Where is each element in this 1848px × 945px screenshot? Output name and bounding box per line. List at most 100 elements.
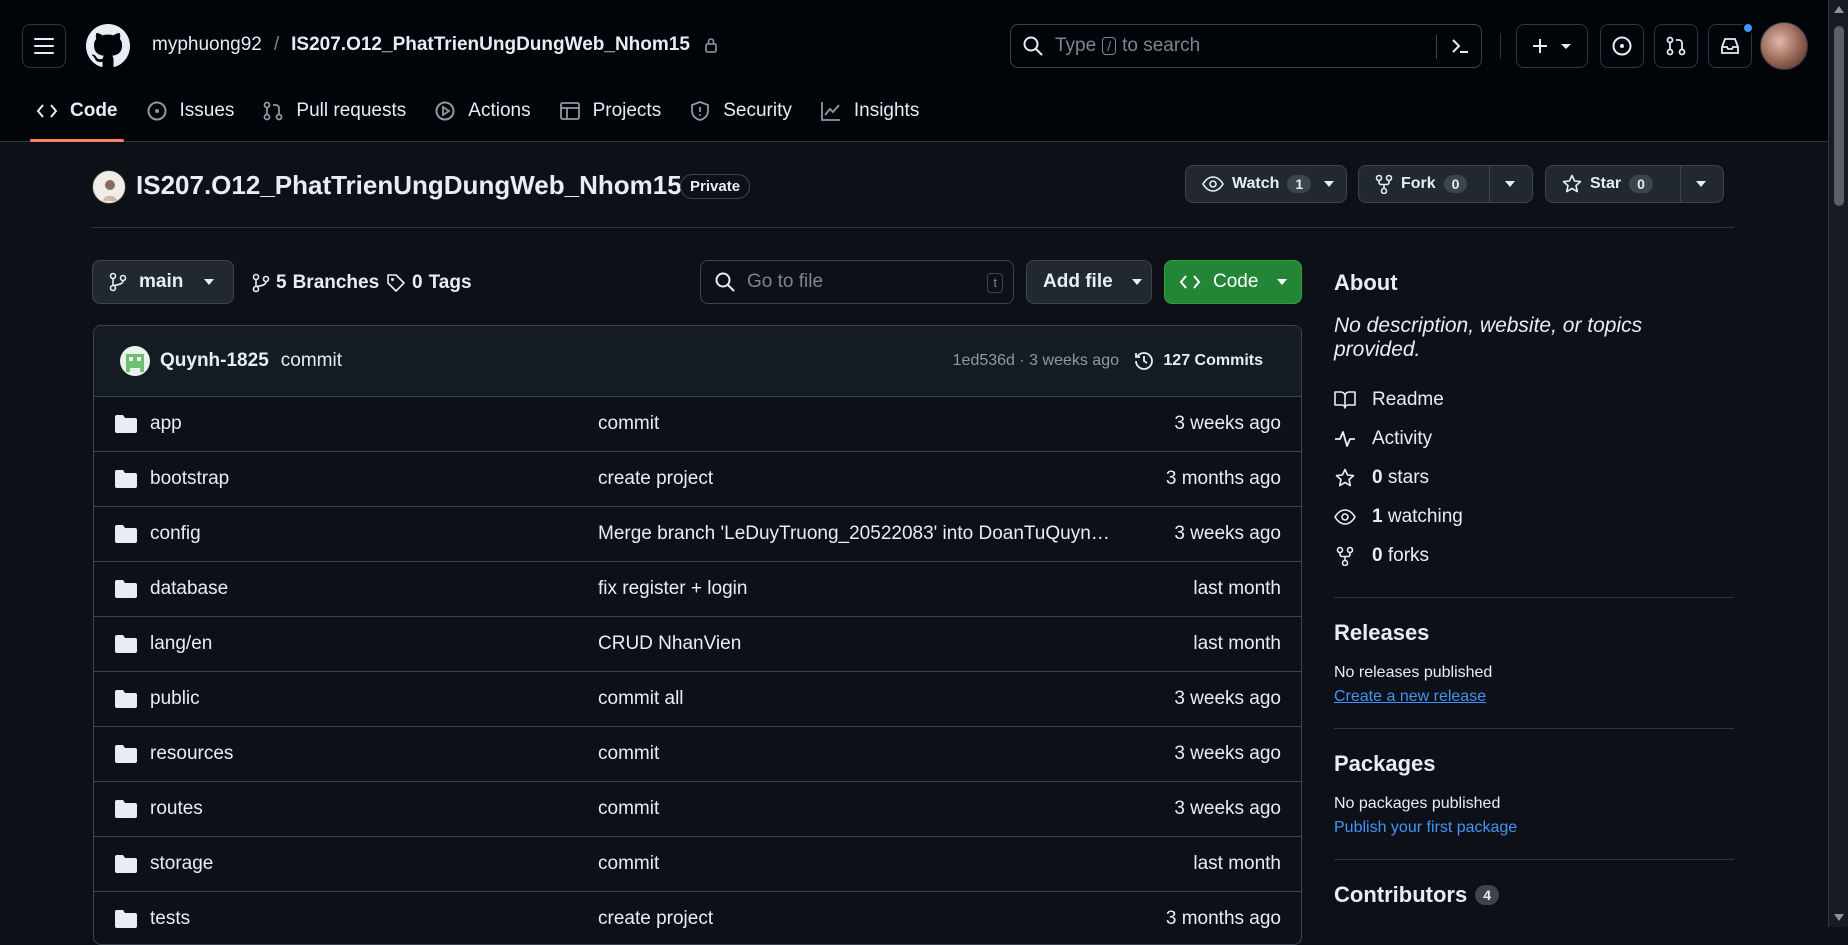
- repo-owner-avatar[interactable]: [92, 170, 126, 204]
- commit-author[interactable]: Quynh-1825: [160, 350, 269, 372]
- tab-code-label: Code: [70, 100, 118, 121]
- file-row[interactable]: lang/en CRUD NhanVien last month: [94, 617, 1301, 672]
- contributors-heading[interactable]: Contributors 4: [1334, 882, 1734, 908]
- issue-icon: [147, 101, 166, 121]
- star-button[interactable]: Star 0: [1545, 165, 1724, 203]
- publish-package-link[interactable]: Publish your first package: [1334, 819, 1517, 836]
- github-logo-icon[interactable]: [86, 24, 130, 68]
- file-row[interactable]: app commit 3 weeks ago: [94, 397, 1301, 452]
- command-palette-button[interactable]: [1436, 35, 1471, 59]
- commit-hash-time[interactable]: 1ed536d · 3 weeks ago: [953, 352, 1119, 370]
- tab-security[interactable]: Security: [675, 92, 806, 130]
- stars-link[interactable]: 0 stars: [1334, 458, 1734, 497]
- user-avatar[interactable]: [1760, 22, 1808, 70]
- file-row[interactable]: routes commit 3 weeks ago: [94, 782, 1301, 837]
- file-row[interactable]: database fix register + login last month: [94, 562, 1301, 617]
- add-file-button[interactable]: Add file: [1026, 260, 1152, 304]
- about-title: About: [1334, 270, 1398, 295]
- scroll-down-arrow-icon[interactable]: [1834, 914, 1844, 921]
- chevron-down-icon: [1277, 279, 1288, 285]
- go-to-file-input[interactable]: Go to file t: [700, 260, 1014, 304]
- repo-link[interactable]: IS207.O12_PhatTrienUngDungWeb_Nhom15: [291, 34, 690, 56]
- tags-count: 0: [412, 272, 423, 293]
- create-new-button[interactable]: [1516, 24, 1588, 68]
- lock-icon: [705, 38, 717, 53]
- tags-link[interactable]: 0 Tags: [386, 272, 472, 294]
- file-commit-message[interactable]: CRUD NhanVien: [598, 633, 1118, 655]
- file-row[interactable]: resources commit 3 weeks ago: [94, 727, 1301, 782]
- search-input[interactable]: Type / to search: [1010, 24, 1482, 68]
- scrollbar-thumb[interactable]: [1834, 26, 1844, 206]
- file-commit-date: 3 weeks ago: [1174, 413, 1281, 434]
- watching-link[interactable]: 1 watching: [1334, 497, 1734, 536]
- file-row[interactable]: public commit all 3 weeks ago: [94, 672, 1301, 727]
- commit-author-avatar[interactable]: [120, 346, 150, 376]
- breadcrumb-separator: /: [273, 34, 280, 55]
- file-row[interactable]: config Merge branch 'LeDuyTruong_2052208…: [94, 507, 1301, 562]
- branch-selector[interactable]: main: [92, 260, 234, 304]
- watch-label: Watch: [1232, 175, 1280, 192]
- go-to-file-placeholder: Go to file: [747, 271, 824, 292]
- file-commit-message[interactable]: commit: [598, 798, 1118, 820]
- folder-icon: [115, 415, 137, 433]
- watching-count: 1: [1372, 505, 1383, 527]
- tab-actions[interactable]: Actions: [420, 92, 544, 130]
- create-release-link[interactable]: Create a new release: [1334, 688, 1486, 705]
- file-name[interactable]: config: [150, 523, 201, 545]
- fork-dropdown[interactable]: [1489, 166, 1530, 202]
- tab-code[interactable]: Code: [22, 92, 132, 142]
- code-button[interactable]: Code: [1164, 260, 1302, 304]
- folder-icon: [115, 635, 137, 653]
- star-dropdown[interactable]: [1680, 166, 1721, 202]
- file-commit-message[interactable]: commit: [598, 853, 1118, 875]
- issues-button[interactable]: [1600, 24, 1644, 68]
- file-row[interactable]: bootstrap create project 3 months ago: [94, 452, 1301, 507]
- search-icon: [715, 272, 735, 292]
- forks-link[interactable]: 0 forks: [1334, 536, 1734, 575]
- repo-title[interactable]: IS207.O12_PhatTrienUngDungWeb_Nhom15: [136, 170, 682, 201]
- file-name[interactable]: lang/en: [150, 633, 212, 655]
- readme-link[interactable]: Readme: [1334, 380, 1734, 419]
- pull-requests-button[interactable]: [1654, 24, 1698, 68]
- file-commit-message[interactable]: Merge branch 'LeDuyTruong_20522083' into…: [598, 523, 1118, 545]
- page-scrollbar[interactable]: [1828, 0, 1848, 927]
- file-commit-message[interactable]: fix register + login: [598, 578, 1118, 600]
- search-prefix: Type: [1055, 35, 1097, 56]
- fork-icon: [1375, 174, 1393, 194]
- scroll-up-arrow-icon[interactable]: [1834, 6, 1844, 13]
- file-row[interactable]: storage commit last month: [94, 837, 1301, 892]
- tab-insights[interactable]: Insights: [806, 92, 933, 130]
- activity-link[interactable]: Activity: [1334, 419, 1734, 458]
- file-commit-date: 3 weeks ago: [1174, 688, 1281, 709]
- chevron-down-icon: [1505, 181, 1515, 187]
- file-name[interactable]: database: [150, 578, 228, 600]
- tab-projects[interactable]: Projects: [545, 92, 676, 130]
- file-commit-message[interactable]: commit: [598, 743, 1118, 765]
- file-commit-message[interactable]: create project: [598, 468, 1118, 490]
- file-row[interactable]: tests create project 3 months ago: [94, 892, 1301, 944]
- file-commit-message[interactable]: commit: [598, 413, 1118, 435]
- branches-label: Branches: [292, 272, 380, 293]
- file-name[interactable]: bootstrap: [150, 468, 229, 490]
- file-name[interactable]: routes: [150, 798, 203, 820]
- watch-button[interactable]: Watch 1: [1185, 165, 1347, 203]
- sidebar-divider: [1334, 859, 1734, 860]
- file-name[interactable]: resources: [150, 743, 233, 765]
- file-name[interactable]: public: [150, 688, 200, 710]
- branches-link[interactable]: 5 Branches: [252, 272, 379, 294]
- pulse-icon: [1335, 430, 1355, 447]
- packages-title[interactable]: Packages: [1334, 751, 1734, 777]
- file-name[interactable]: storage: [150, 853, 213, 875]
- owner-link[interactable]: myphuong92: [152, 34, 262, 56]
- releases-title[interactable]: Releases: [1334, 620, 1734, 646]
- tab-issues[interactable]: Issues: [132, 92, 249, 130]
- commits-link[interactable]: 127 Commits: [1133, 350, 1263, 372]
- menu-button[interactable]: [22, 24, 66, 68]
- file-name[interactable]: app: [150, 413, 182, 435]
- file-commit-message[interactable]: commit all: [598, 688, 1118, 710]
- history-icon: [1135, 352, 1154, 370]
- tab-pull-requests[interactable]: Pull requests: [248, 92, 420, 130]
- fork-button[interactable]: Fork 0: [1358, 165, 1533, 203]
- sidebar-divider: [1334, 728, 1734, 729]
- commit-message[interactable]: commit: [281, 350, 342, 372]
